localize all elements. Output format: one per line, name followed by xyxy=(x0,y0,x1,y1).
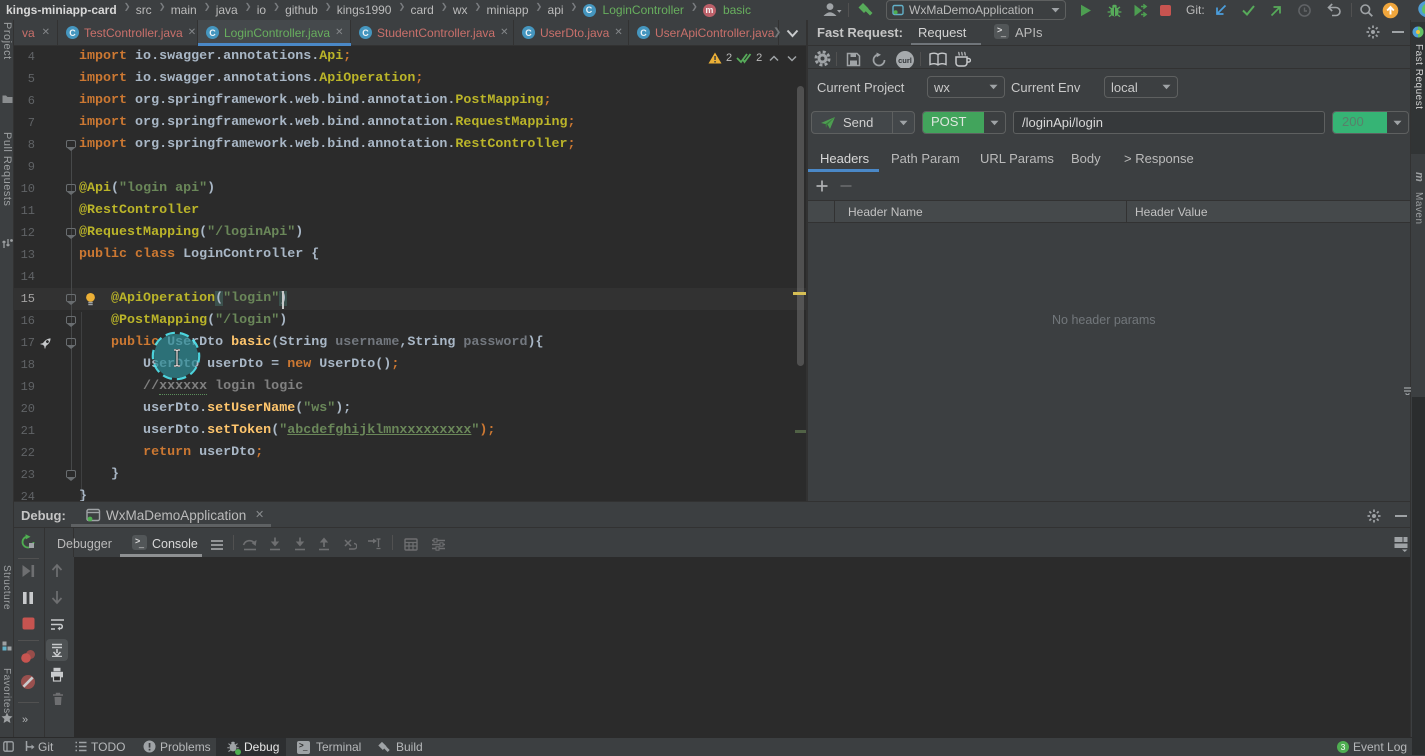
svg-text:3: 3 xyxy=(1341,742,1346,752)
svg-text:curl: curl xyxy=(898,56,912,65)
